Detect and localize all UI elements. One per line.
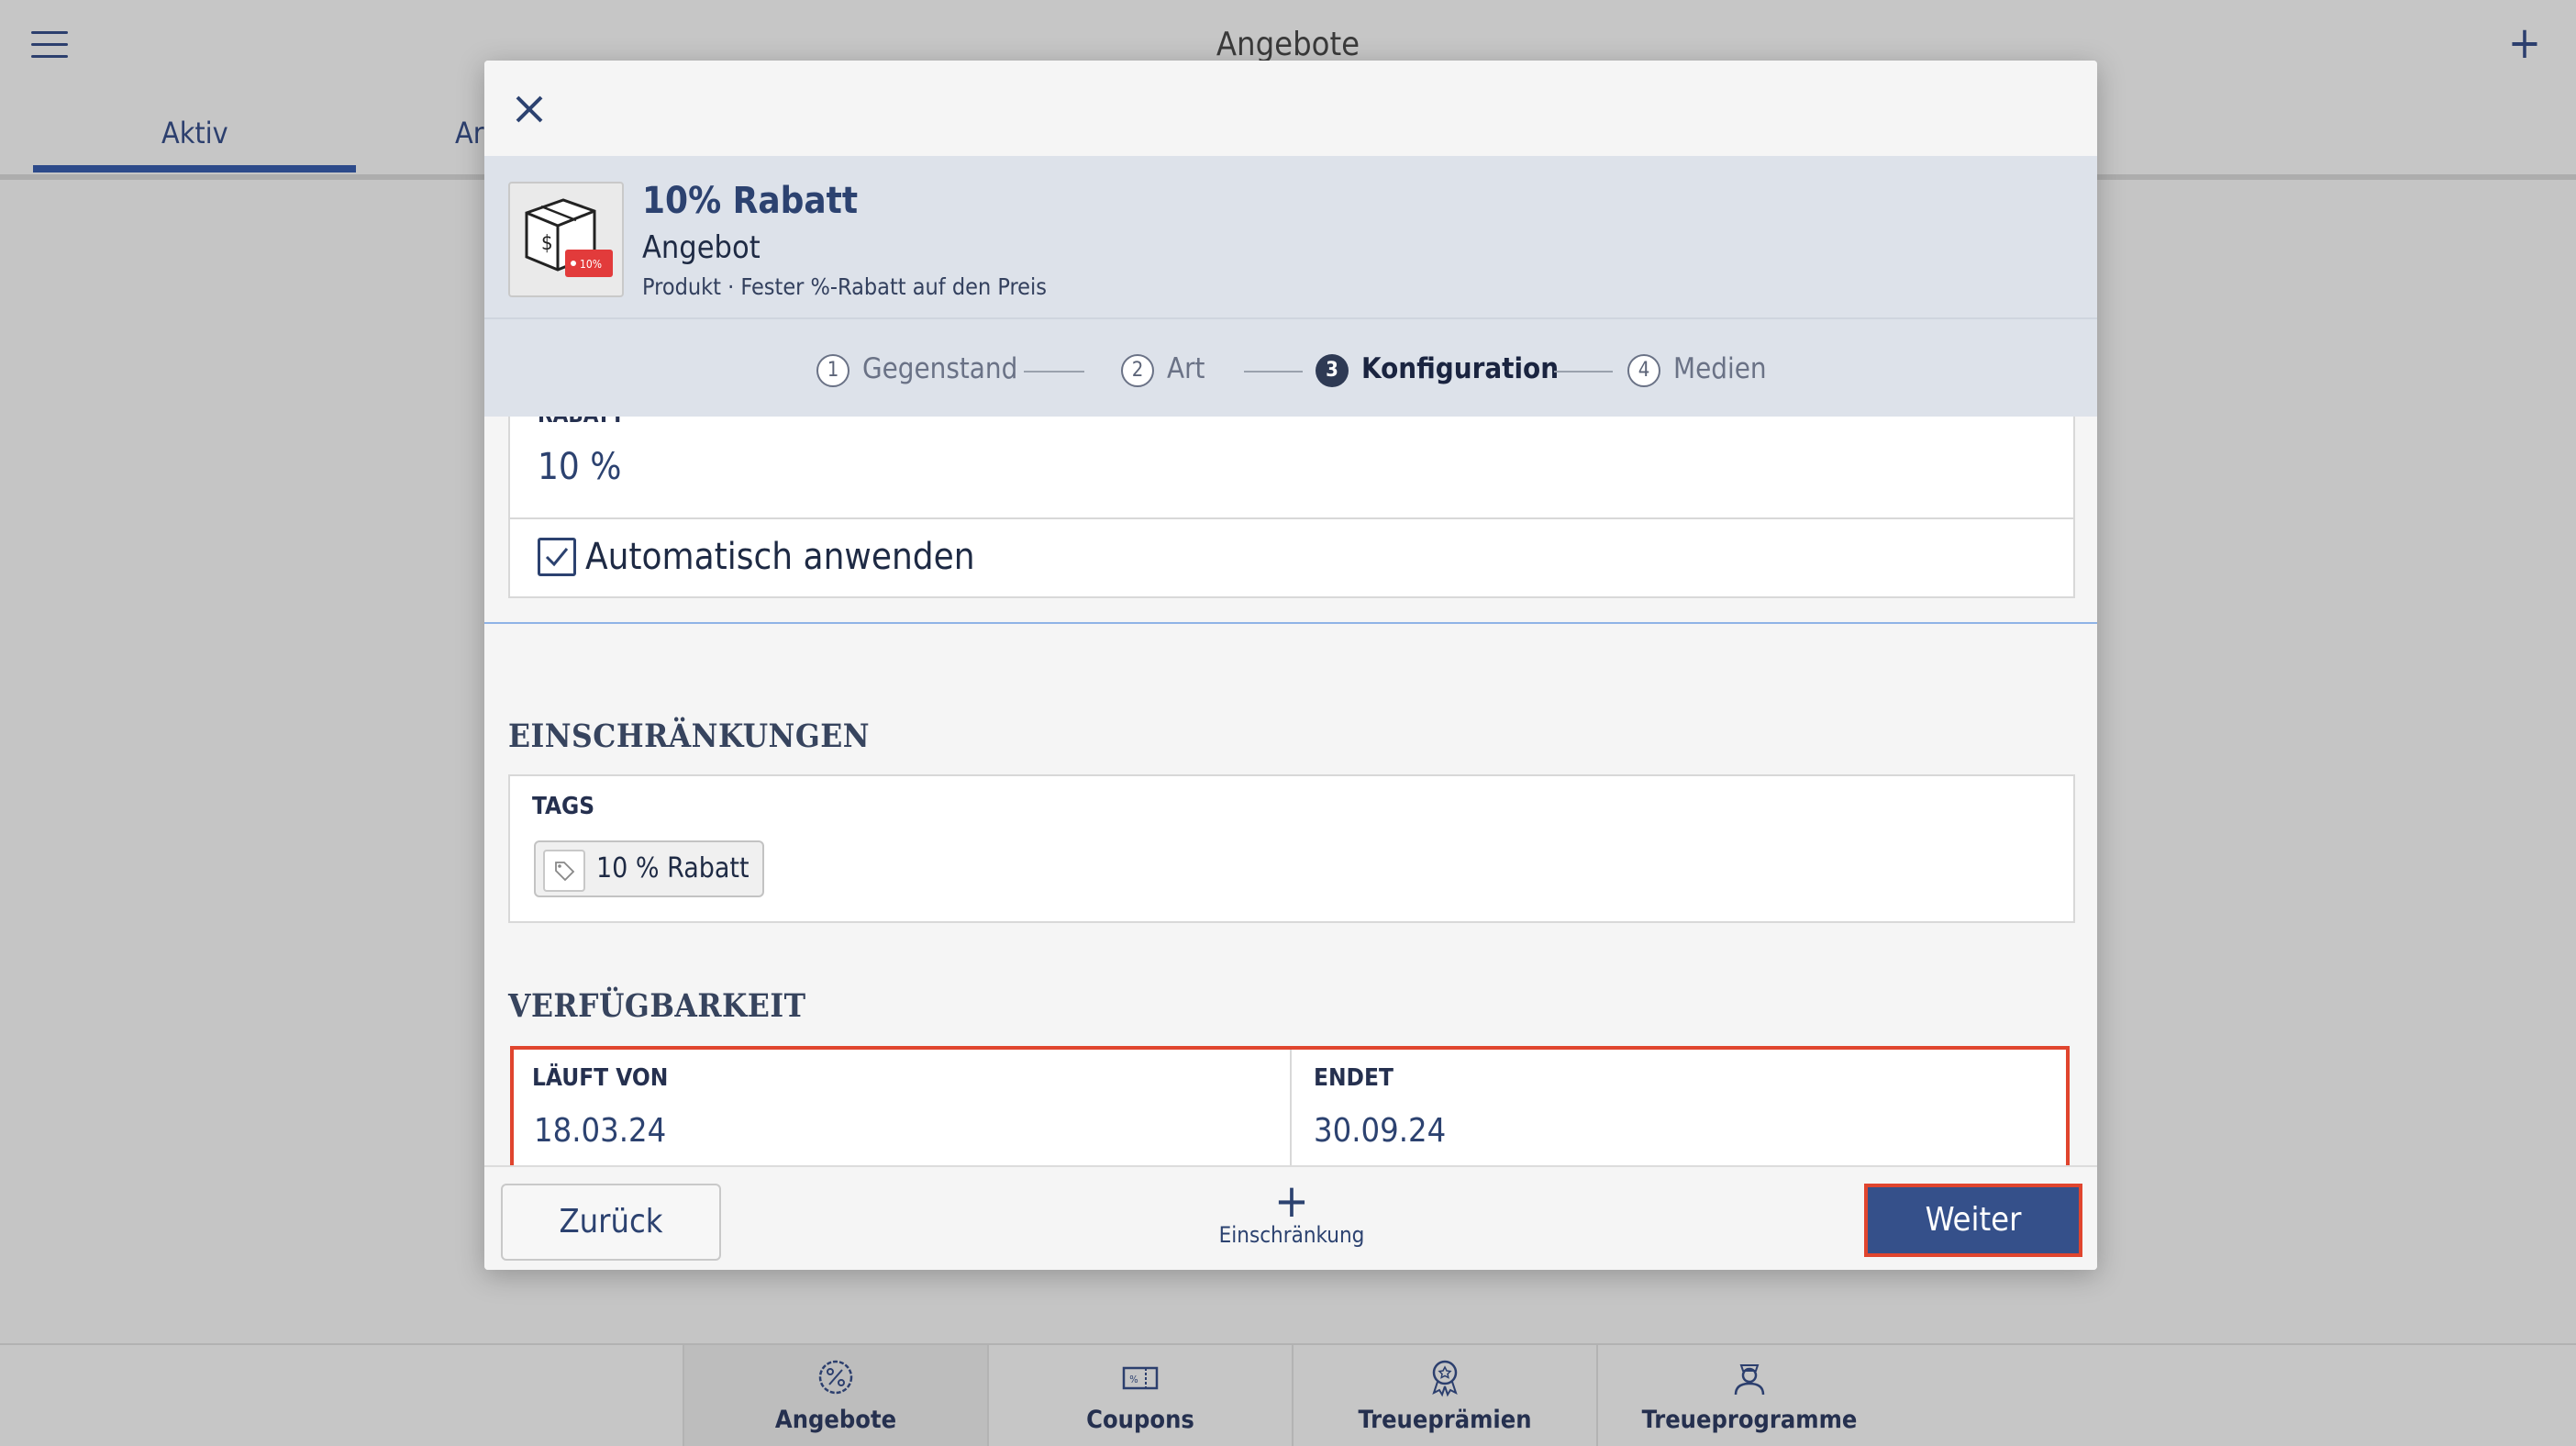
add-restriction-label: Einschränkung — [1218, 1222, 1365, 1248]
tags-card: TAGS 10 % Rabatt — [508, 774, 2075, 923]
start-date-value[interactable]: 18.03.24 — [534, 1112, 666, 1150]
end-date-value[interactable]: 30.09.24 — [1314, 1112, 1446, 1150]
end-date-label: ENDET — [1314, 1064, 1393, 1092]
auto-apply-row[interactable]: Automatisch anwenden — [508, 517, 2075, 598]
rabatt-value: 10 % — [538, 446, 622, 488]
restrictions-title: EINSCHRÄNKUNGEN — [508, 717, 871, 755]
nav-label: Angebote — [774, 1406, 897, 1434]
offer-wizard-dialog: $ 10% 10% Rabatt Angebot Produkt · Feste… — [484, 61, 2097, 1270]
nav-treuepraemien[interactable]: Treueprämien — [1292, 1345, 1596, 1446]
scroll-content[interactable]: RABATT 10 % Automatisch anwenden EINSCHR… — [484, 417, 2097, 1226]
coupon-icon: % — [1122, 1366, 1159, 1390]
rabatt-field[interactable]: RABATT 10 % — [508, 417, 2075, 521]
product-header: $ 10% 10% Rabatt Angebot Produkt · Feste… — [484, 156, 2097, 317]
page-title: Angebote — [1216, 26, 1360, 63]
nav-label: Coupons — [1086, 1406, 1194, 1434]
box-icon: $ 10% — [525, 198, 613, 277]
availability-title: VERFÜGBARKEIT — [508, 987, 806, 1025]
tag-label: 10 % Rabatt — [596, 852, 749, 884]
tags-label: TAGS — [532, 793, 595, 820]
tab-archiv[interactable]: Ar — [455, 116, 484, 150]
nav-angebote[interactable]: Angebote — [683, 1345, 987, 1446]
add-restriction-button[interactable]: + Einschränkung — [1182, 1174, 1402, 1248]
step-art[interactable]: 2 Art — [1121, 352, 1205, 387]
step-connector — [1024, 371, 1084, 373]
plus-icon[interactable]: + — [2508, 20, 2541, 66]
bottom-nav: Angebote % Coupons Treueprämien Treuepro… — [0, 1343, 2576, 1446]
person-badge-icon — [1734, 1364, 1765, 1396]
scroll-indicator-line — [484, 622, 2097, 624]
divider — [1290, 1050, 1292, 1171]
back-button[interactable]: Zurück — [501, 1184, 721, 1261]
auto-apply-checkbox[interactable] — [538, 538, 576, 576]
svg-text:%: % — [1129, 1374, 1138, 1385]
availability-card: LÄUFT VON 18.03.24 ENDET 30.09.24 — [510, 1046, 2070, 1174]
dialog-footer: Zurück + Einschränkung Weiter — [484, 1165, 2097, 1270]
product-description: Produkt · Fester %-Rabatt auf den Preis — [642, 273, 1047, 300]
thumb-badge: 10% — [580, 258, 602, 271]
nav-label: Treueprogramme — [1641, 1406, 1858, 1434]
tag-icon — [543, 850, 585, 892]
checkmark-icon — [545, 548, 569, 567]
tab-aktiv[interactable]: Aktiv — [161, 116, 228, 150]
nav-coupons[interactable]: % Coupons — [987, 1345, 1292, 1446]
start-date-label: LÄUFT VON — [532, 1064, 669, 1092]
svg-text:$: $ — [541, 232, 553, 255]
step-medien[interactable]: 4 Medien — [1627, 352, 1767, 387]
product-thumbnail: $ 10% — [508, 182, 624, 297]
percent-badge-icon — [818, 1360, 853, 1395]
product-name: 10% Rabatt — [642, 180, 859, 222]
close-icon[interactable] — [512, 92, 547, 127]
active-tab-indicator — [33, 165, 356, 172]
wizard-stepper: 1 Gegenstand 2 Art 3 Konfiguration 4 Medien — [484, 317, 2097, 418]
product-type: Angebot — [642, 229, 761, 266]
step-gegenstand[interactable]: 1 Gegenstand — [816, 352, 1017, 387]
step-konfiguration[interactable]: 3 Konfiguration — [1316, 352, 1559, 387]
plus-icon: + — [1274, 1174, 1309, 1228]
dialog-topbar — [484, 61, 2097, 156]
auto-apply-label: Automatisch anwenden — [585, 536, 975, 578]
nav-treueprogramme[interactable]: Treueprogramme — [1596, 1345, 1901, 1446]
step-connector — [1554, 371, 1613, 373]
next-button[interactable]: Weiter — [1864, 1184, 2082, 1257]
nav-label: Treueprämien — [1358, 1406, 1532, 1434]
step-connector — [1244, 371, 1303, 373]
tag-chip[interactable]: 10 % Rabatt — [534, 840, 764, 897]
award-icon — [1432, 1360, 1458, 1397]
rabatt-label: RABATT — [538, 417, 625, 428]
